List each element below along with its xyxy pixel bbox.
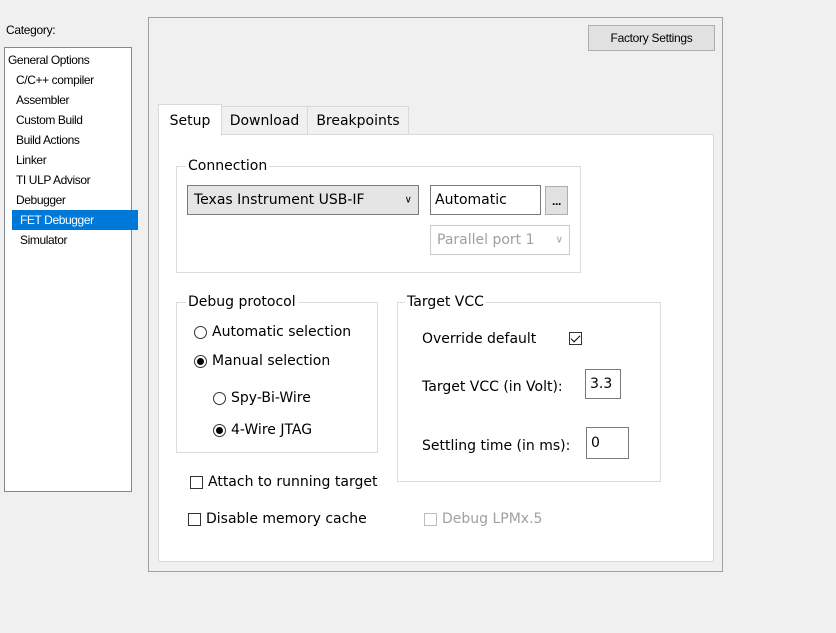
connection-title: Connection (186, 158, 270, 174)
four-wire-jtag-label: 4-Wire JTAG (231, 422, 313, 438)
settling-time-input[interactable]: 0 (586, 427, 629, 459)
tab-download[interactable]: Download (221, 106, 308, 135)
override-default-checkbox[interactable] (569, 332, 582, 345)
category-list[interactable]: General Options C/C++ compiler Assembler… (4, 47, 138, 492)
automatic-selection-radio[interactable] (194, 326, 207, 339)
automatic-selection-label: Automatic selection (212, 324, 352, 340)
attach-running-target-label: Attach to running target (208, 474, 378, 490)
spy-bi-wire-radio[interactable] (213, 392, 226, 405)
browse-button[interactable]: ... (545, 186, 568, 215)
category-label: Category: (6, 23, 56, 37)
category-item-simulator[interactable]: Simulator (5, 230, 146, 250)
disable-memory-cache-label: Disable memory cache (206, 511, 367, 527)
category-item-compiler[interactable]: C/C++ compiler (5, 70, 142, 90)
debug-protocol-title: Debug protocol (186, 294, 298, 310)
connection-group (176, 166, 581, 273)
target-vcc-title: Target VCC (405, 294, 486, 310)
manual-selection-radio[interactable] (194, 355, 207, 368)
chevron-down-icon: ∨ (404, 194, 412, 206)
chevron-down-icon: ∨ (555, 234, 563, 246)
debug-lpm-label: Debug LPMx.5 (442, 511, 543, 527)
tab-breakpoints[interactable]: Breakpoints (307, 106, 409, 135)
category-item-linker[interactable]: Linker (5, 150, 142, 170)
category-item-build-actions[interactable]: Build Actions (5, 130, 142, 150)
interface-select-value: Texas Instrument USB-IF (194, 192, 365, 208)
disable-memory-cache-checkbox[interactable] (188, 513, 201, 526)
interface-select[interactable]: Texas Instrument USB-IF ∨ (187, 185, 419, 215)
parallel-port-value: Parallel port 1 (437, 232, 535, 248)
spy-bi-wire-label: Spy-Bi-Wire (231, 390, 311, 406)
tab-setup[interactable]: Setup (158, 104, 222, 136)
factory-settings-button[interactable]: Factory Settings (588, 25, 715, 51)
attach-running-target-checkbox[interactable] (190, 476, 203, 489)
parallel-port-select: Parallel port 1 ∨ (430, 225, 570, 255)
override-default-label: Override default (422, 331, 537, 347)
category-item-assembler[interactable]: Assembler (5, 90, 142, 110)
four-wire-jtag-radio[interactable] (213, 424, 226, 437)
settling-time-label: Settling time (in ms): (422, 438, 571, 454)
port-input[interactable]: Automatic (430, 185, 541, 215)
category-item-fet-debugger[interactable]: FET Debugger (12, 210, 138, 230)
category-item-general-options[interactable]: General Options (5, 50, 134, 70)
category-item-custom-build[interactable]: Custom Build (5, 110, 142, 130)
manual-selection-label: Manual selection (212, 353, 331, 369)
target-vcc-label: Target VCC (in Volt): (422, 379, 563, 395)
debug-lpm-checkbox (424, 513, 437, 526)
category-item-debugger[interactable]: Debugger (5, 190, 142, 210)
category-item-ti-ulp-advisor[interactable]: TI ULP Advisor (5, 170, 142, 190)
target-vcc-input[interactable]: 3.3 (585, 369, 621, 399)
